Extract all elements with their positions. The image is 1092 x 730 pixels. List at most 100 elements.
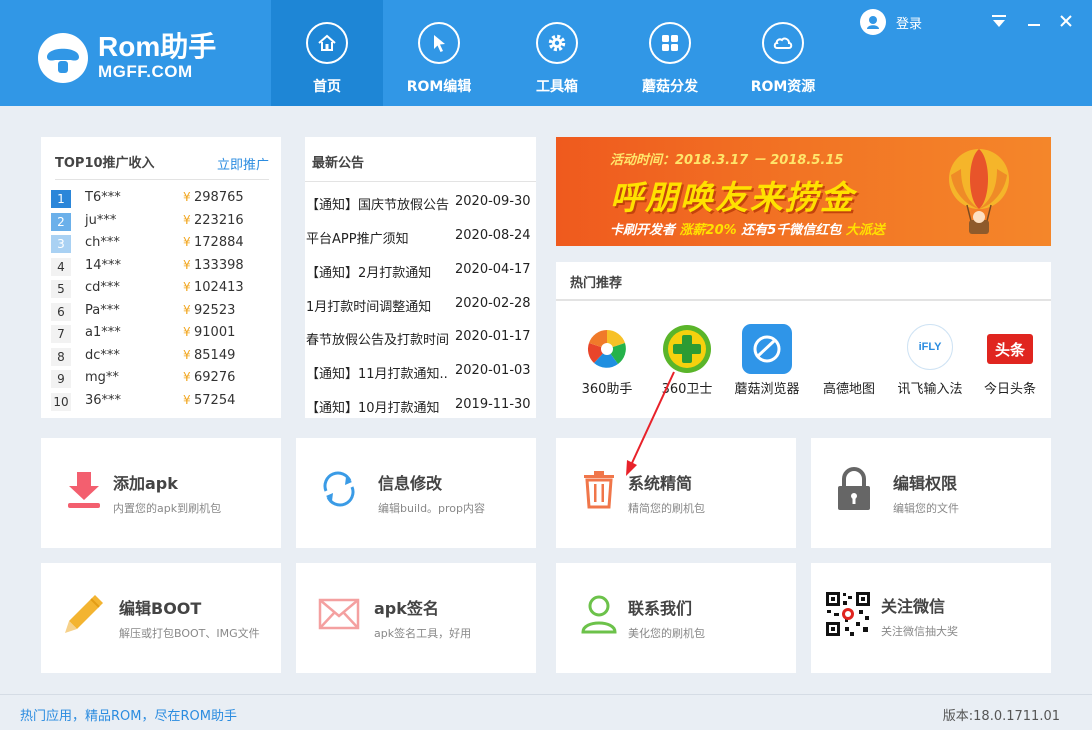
tab-toolbox[interactable]: 工具箱 <box>501 0 613 106</box>
toutiao-icon: 头条 <box>985 324 1035 374</box>
tile-info-edit[interactable]: 信息修改 编辑build。prop内容 <box>296 438 536 548</box>
notice-title: 最新公告 <box>312 156 365 171</box>
rank-user: ju*** <box>85 212 117 228</box>
notice-text: 1月打款时间调整通知 <box>306 300 432 315</box>
yen-symbol: ¥ <box>183 280 191 294</box>
rank-user: Pa*** <box>85 302 120 318</box>
app-mogu-browser[interactable]: 蘑菇浏览器 <box>727 324 807 397</box>
lock-icon <box>829 464 879 514</box>
tile-desc: 解压或打包BOOT、IMG文件 <box>119 627 260 640</box>
close-icon[interactable] <box>1057 12 1075 30</box>
dropdown-menu-icon[interactable] <box>990 12 1008 30</box>
list-item[interactable]: 【通知】国庆节放假公告 2020-09-30 <box>305 194 536 214</box>
notice-date: 2020-09-30 <box>455 194 531 209</box>
yen-symbol: ¥ <box>183 302 191 317</box>
rank-user: ch*** <box>85 235 120 250</box>
yen-symbol: ¥ <box>183 212 191 227</box>
promo-banner[interactable]: 活动时间：2018.3.17 － 2018.5.15 呼朋唤友来捞金 卡刷开发者… <box>556 137 1051 246</box>
app-360-assistant[interactable]: 360助手 <box>567 324 647 397</box>
table-row: 1 T6*** ¥ 298765 <box>51 189 277 209</box>
tab-rom-edit[interactable]: ROM编辑 <box>383 0 495 106</box>
tile-follow-wechat[interactable]: 关注微信 关注微信抽大奖 <box>811 563 1051 673</box>
rank-number: 6 <box>51 302 71 321</box>
list-item[interactable]: 【通知】10月打款通知 2019-11-30 <box>305 397 536 417</box>
rank-number: 2 <box>51 212 71 231</box>
rank-amount: 172884 <box>194 235 244 250</box>
top10-title: TOP10推广收入 <box>55 156 155 171</box>
tile-edit-boot[interactable]: 编辑BOOT 解压或打包BOOT、IMG文件 <box>41 563 281 673</box>
banner-headline: 呼朋唤友来捞金 <box>610 178 855 217</box>
tab-rom-resources[interactable]: ROM资源 <box>727 0 839 106</box>
notice-panel: 最新公告 【通知】国庆节放假公告 2020-09-30 平台APP推广须知 20… <box>305 137 536 418</box>
tab-home-label: 首页 <box>313 79 341 95</box>
home-icon <box>306 22 348 64</box>
grid-icon <box>649 22 691 64</box>
banner-sub-highlight: 大派送 <box>845 223 885 238</box>
rank-number: 8 <box>51 347 71 366</box>
list-item[interactable]: 平台APP推广须知 2020-08-24 <box>305 228 536 248</box>
toutiao-icon-text: 头条 <box>987 334 1033 364</box>
tab-rom-edit-label: ROM编辑 <box>406 79 472 95</box>
tile-desc: 内置您的apk到刷机包 <box>113 502 222 515</box>
tile-add-apk[interactable]: 添加apk 内置您的apk到刷机包 <box>41 438 281 548</box>
list-item[interactable]: 春节放假公告及打款时间 2020-01-17 <box>305 329 536 349</box>
app-360-guard[interactable]: 360卫士 <box>647 324 727 397</box>
notice-date: 2020-02-28 <box>455 296 531 311</box>
tab-mogu-distribute[interactable]: 蘑菇分发 <box>614 0 726 106</box>
tile-desc: apk签名工具，好用 <box>374 627 472 640</box>
notice-date: 2020-01-17 <box>455 329 531 344</box>
tile-system-slim[interactable]: 系统精简 精简您的刷机包 <box>556 438 796 548</box>
rank-user: 36*** <box>85 392 122 408</box>
hot-apps-header: 热门推荐 <box>556 262 1051 301</box>
brand: Rom助手 MGFF.COM <box>98 32 216 82</box>
rank-number: 7 <box>51 325 71 343</box>
login-label: 登录 <box>896 16 923 32</box>
cloud-icon <box>762 22 804 64</box>
table-row: 4 14*** ¥ 133398 <box>51 257 277 277</box>
yen-symbol: ¥ <box>183 235 191 249</box>
360-assistant-icon <box>582 324 632 374</box>
yen-symbol: ¥ <box>183 392 191 407</box>
brand-title: Rom助手 <box>98 31 217 62</box>
tile-title: 信息修改 <box>378 474 443 493</box>
rank-number: 5 <box>51 280 71 298</box>
table-row: 3 ch*** ¥ 172884 <box>51 234 277 254</box>
table-row: 5 cd*** ¥ 102413 <box>51 279 277 299</box>
notice-text: 【通知】11月打款通知.. <box>306 367 448 382</box>
tab-home[interactable]: 首页 <box>271 0 383 106</box>
rank-user: a1*** <box>85 325 121 340</box>
rank-amount: 102413 <box>194 280 244 295</box>
yen-symbol: ¥ <box>183 325 191 339</box>
minimize-icon[interactable] <box>1025 12 1043 30</box>
app-amap[interactable]: 高德地图 <box>809 324 889 397</box>
login-button[interactable]: 登录 <box>860 9 922 35</box>
ifly-input-icon: iFLY <box>907 324 953 370</box>
banner-sub-highlight: 涨薪20% <box>679 223 737 238</box>
download-arrow-icon <box>59 464 109 514</box>
tile-contact-us[interactable]: 联系我们 美化您的刷机包 <box>556 563 796 673</box>
tile-desc: 编辑您的文件 <box>893 502 959 515</box>
app-label: 高德地图 <box>822 382 875 397</box>
list-item[interactable]: 1月打款时间调整通知 2020-02-28 <box>305 296 536 316</box>
list-item[interactable]: 【通知】11月打款通知.. 2020-01-03 <box>305 363 536 383</box>
top10-header: TOP10推广收入 立即推广 <box>55 152 269 180</box>
tile-desc: 精简您的刷机包 <box>628 502 705 515</box>
notice-text: 【通知】10月打款通知 <box>306 401 440 416</box>
app-toutiao[interactable]: 头条 今日头条 <box>970 324 1050 397</box>
tile-desc: 美化您的刷机包 <box>628 627 705 640</box>
list-item[interactable]: 【通知】2月打款通知 2020-04-17 <box>305 262 536 282</box>
tile-title: 添加apk <box>113 474 178 493</box>
rank-amount: 223216 <box>194 212 244 228</box>
tile-edit-permissions[interactable]: 编辑权限 编辑您的文件 <box>811 438 1051 548</box>
yen-symbol: ¥ <box>183 257 191 272</box>
rank-amount: 69276 <box>194 370 236 385</box>
hot-air-balloon-icon <box>949 149 1009 234</box>
notice-date: 2020-04-17 <box>455 262 531 277</box>
tile-apk-sign[interactable]: apk签名 apk签名工具，好用 <box>296 563 536 673</box>
app-ifly-input[interactable]: iFLY 讯飞输入法 <box>890 324 970 397</box>
banner-subtitle: 卡刷开发者 涨薪20% 还有5千微信红包 大派送 <box>610 219 885 238</box>
refresh-icon <box>314 464 364 514</box>
yen-symbol: ¥ <box>183 347 191 362</box>
cursor-icon <box>418 22 460 64</box>
promote-now-link[interactable]: 立即推广 <box>217 154 269 173</box>
